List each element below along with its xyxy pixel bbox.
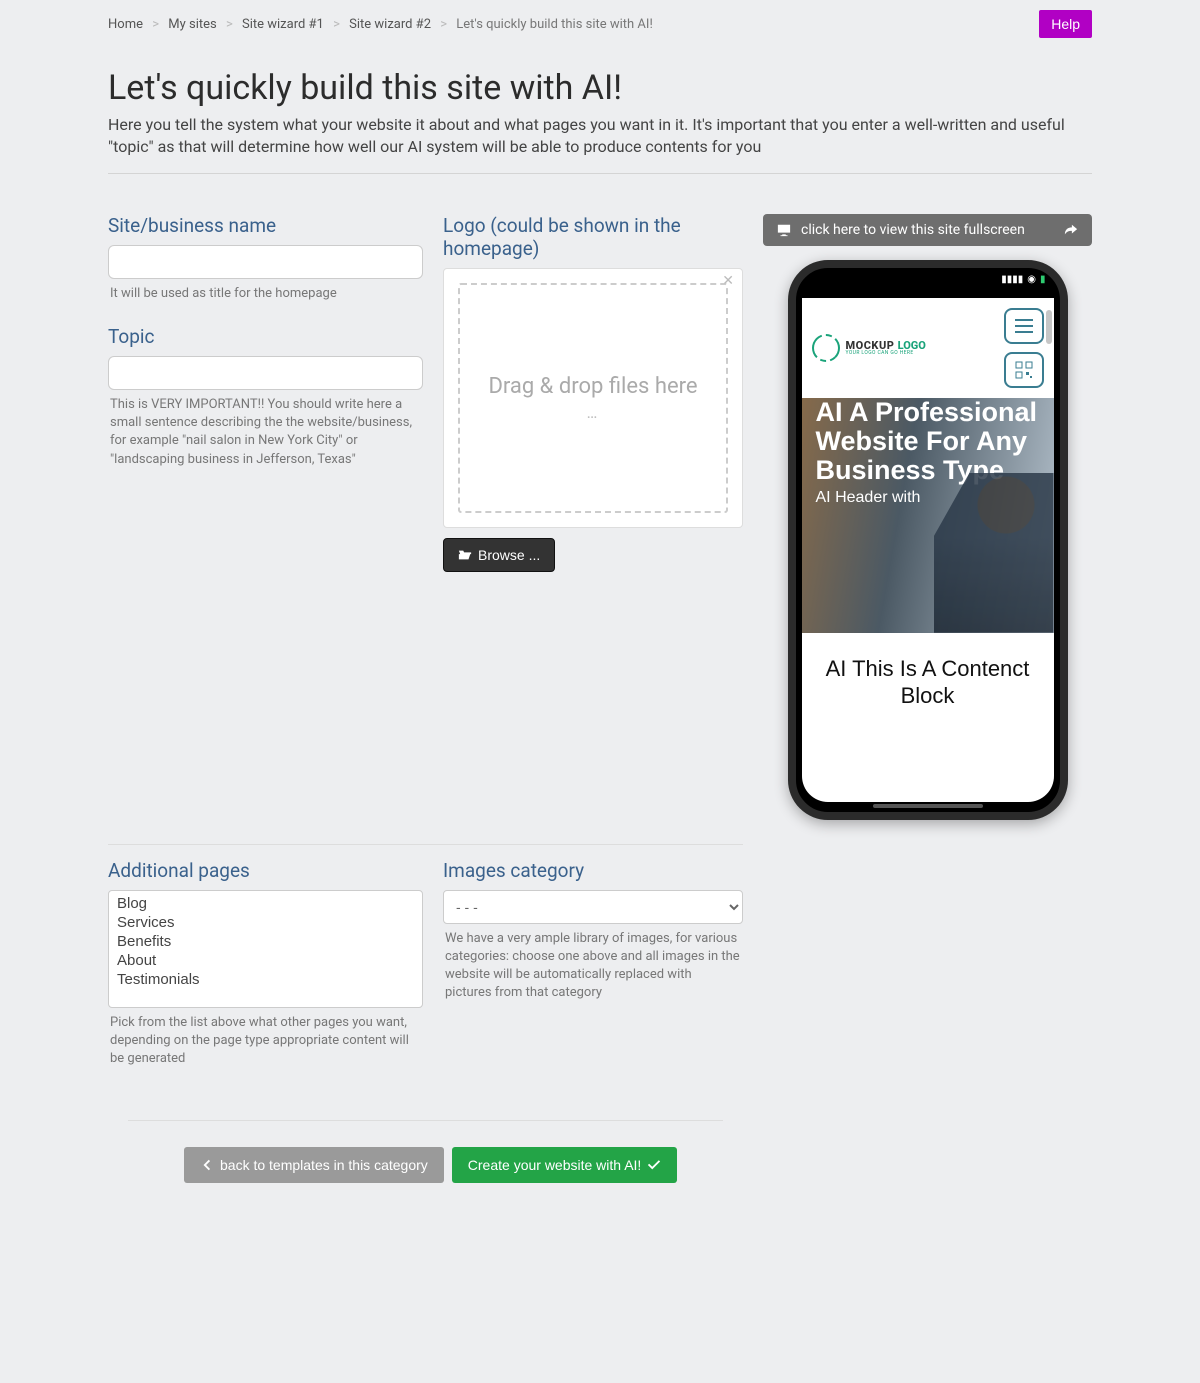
topic-input[interactable]	[108, 356, 423, 390]
logo-label: Logo (could be shown in the homepage)	[443, 214, 743, 260]
preview-logo-mark	[812, 334, 840, 362]
create-button[interactable]: Create your website with AI!	[452, 1147, 678, 1183]
preview-scrollbar[interactable]	[1046, 310, 1052, 344]
browse-label: Browse ...	[478, 547, 540, 563]
phone-notch	[868, 272, 988, 290]
breadcrumb-wizard-1[interactable]: Site wizard #1	[242, 17, 324, 32]
additional-pages-option[interactable]: About	[109, 951, 422, 970]
fullscreen-label: click here to view this site fullscreen	[801, 222, 1025, 238]
close-icon[interactable]: ✕	[722, 273, 734, 289]
monitor-icon	[777, 223, 791, 237]
fullscreen-button[interactable]: click here to view this site fullscreen	[763, 214, 1092, 246]
breadcrumb-home[interactable]: Home	[108, 17, 143, 32]
browse-button[interactable]: Browse ...	[443, 538, 555, 572]
preview-content-title: AI This Is A Contenct Block	[820, 655, 1036, 710]
page-title: Let's quickly build this site with AI!	[108, 68, 1092, 108]
breadcrumb-wizard-2[interactable]: Site wizard #2	[349, 17, 431, 32]
topic-label: Topic	[108, 325, 423, 348]
hamburger-icon[interactable]	[1004, 308, 1044, 344]
additional-pages-option[interactable]: Services	[109, 913, 422, 932]
battery-icon: ▮	[1040, 274, 1046, 285]
back-button[interactable]: back to templates in this category	[184, 1147, 444, 1183]
create-button-label: Create your website with AI!	[468, 1157, 642, 1173]
site-name-input[interactable]	[108, 245, 423, 279]
preview-logo: MOCKUP LOGO YOUR LOGO CAN GO HERE	[812, 334, 926, 362]
additional-pages-option[interactable]: Blog	[109, 894, 422, 913]
topic-help: This is VERY IMPORTANT!! You should writ…	[110, 396, 421, 469]
preview-hero-title: AI A Professional Website For Any Busine…	[816, 398, 1040, 485]
dropzone-text: Drag & drop files here	[488, 374, 697, 399]
additional-pages-select[interactable]: BlogServicesBenefitsAboutTestimonials	[108, 890, 423, 1008]
qr-icon[interactable]	[1004, 352, 1044, 388]
divider	[128, 1120, 723, 1121]
signal-icon: ▮▮▮▮	[1001, 274, 1023, 285]
preview-content-block: AI This Is A Contenct Block	[802, 633, 1054, 732]
additional-pages-label: Additional pages	[108, 859, 423, 882]
back-button-label: back to templates in this category	[220, 1157, 428, 1173]
additional-pages-option[interactable]: Testimonials	[109, 970, 422, 989]
logo-upload-panel: ✕ Drag & drop files here …	[443, 268, 743, 528]
help-button[interactable]: Help	[1039, 10, 1092, 38]
breadcrumb-current: Let's quickly build this site with AI!	[456, 17, 653, 32]
phone-status-icons: ▮▮▮▮ ◉ ▮	[1001, 274, 1045, 285]
phone-home-indicator	[873, 804, 983, 808]
chevron-left-icon	[200, 1158, 214, 1172]
page-description: Here you tell the system what your websi…	[108, 114, 1092, 159]
dropzone-ellipsis: …	[587, 403, 600, 422]
divider	[108, 173, 1092, 174]
preview-hero: AI A Professional Website For Any Busine…	[802, 398, 1054, 633]
folder-open-icon	[458, 548, 472, 562]
phone-screen[interactable]: MOCKUP LOGO YOUR LOGO CAN GO HERE	[802, 298, 1054, 802]
images-category-help: We have a very ample library of images, …	[445, 930, 741, 1003]
images-category-label: Images category	[443, 859, 743, 882]
share-arrow-icon	[1064, 223, 1078, 237]
additional-pages-help: Pick from the list above what other page…	[110, 1014, 421, 1069]
images-category-select[interactable]: - - -	[443, 890, 743, 924]
logo-dropzone[interactable]: Drag & drop files here …	[458, 283, 728, 513]
additional-pages-option[interactable]: Benefits	[109, 932, 422, 951]
phone-preview: ▮▮▮▮ ◉ ▮ MOCKUP LOGO YOUR LOG	[788, 260, 1068, 820]
breadcrumb-my-sites[interactable]: My sites	[168, 17, 216, 32]
divider	[108, 844, 743, 845]
site-name-label: Site/business name	[108, 214, 423, 237]
check-icon	[647, 1158, 661, 1172]
wifi-icon: ◉	[1027, 274, 1036, 285]
breadcrumb: Home > My sites > Site wizard #1 > Site …	[108, 11, 653, 38]
site-name-help: It will be used as title for the homepag…	[110, 285, 421, 303]
